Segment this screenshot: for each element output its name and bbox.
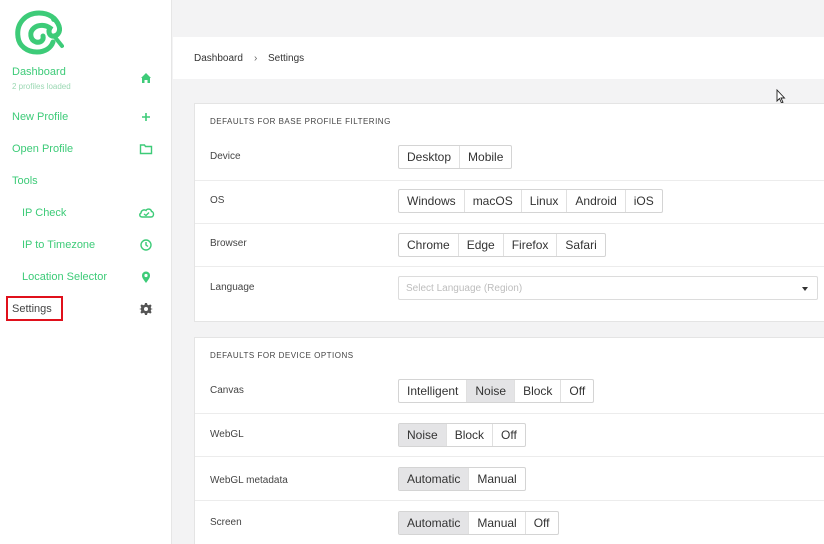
webgl-option-off[interactable]: Off	[492, 424, 525, 446]
nav-ip-timezone[interactable]: IP to Timezone	[0, 236, 172, 264]
canvas-row: Canvas Intelligent Noise Block Off	[195, 370, 824, 413]
nav-new-profile-label: New Profile	[12, 111, 69, 123]
browser-option-edge[interactable]: Edge	[457, 234, 503, 256]
os-option-android[interactable]: Android	[566, 190, 624, 212]
webgl-metadata-option-automatic[interactable]: Automatic	[399, 468, 469, 490]
clock-icon	[140, 239, 152, 251]
webgl-segmented-control: Noise Block Off	[398, 423, 526, 447]
screen-option-manual[interactable]: Manual	[468, 512, 524, 534]
browser-segmented-control: Chrome Edge Firefox Safari	[398, 233, 606, 257]
screen-option-off[interactable]: Off	[524, 512, 558, 534]
breadcrumb-dashboard-link[interactable]: Dashboard	[194, 53, 243, 64]
nav-ip-timezone-label: IP to Timezone	[22, 239, 96, 251]
browser-option-chrome[interactable]: Chrome	[399, 234, 458, 256]
device-option-mobile[interactable]: Mobile	[459, 146, 511, 168]
device-label: Device	[210, 151, 241, 162]
base-filtering-card: DEFAULTS FOR BASE PROFILE FILTERING Devi…	[194, 103, 824, 322]
nav-ip-check[interactable]: IP Check	[0, 204, 172, 232]
os-label: OS	[210, 195, 225, 206]
screen-label: Screen	[210, 517, 242, 528]
nav-dashboard-label: Dashboard	[12, 66, 66, 78]
browser-option-firefox[interactable]: Firefox	[502, 234, 557, 256]
browser-row: Browser Chrome Edge Firefox Safari	[195, 223, 824, 266]
nav-tools: Tools	[0, 172, 172, 200]
cloud-check-icon	[139, 208, 155, 218]
webgl-option-block[interactable]: Block	[445, 424, 492, 446]
breadcrumb-separator: ›	[254, 53, 258, 64]
os-option-linux[interactable]: Linux	[520, 190, 567, 212]
os-row: OS Windows macOS Linux Android iOS	[195, 180, 824, 223]
screen-row: Screen Automatic Manual Off	[195, 500, 824, 544]
nav-new-profile[interactable]: New Profile	[0, 108, 172, 136]
canvas-option-block[interactable]: Block	[514, 380, 560, 402]
sidebar: Dashboard 2 profiles loaded New Profile …	[0, 0, 172, 544]
canvas-option-intelligent[interactable]: Intelligent	[399, 380, 466, 402]
language-label: Language	[210, 282, 255, 293]
nav-location-selector-label: Location Selector	[22, 271, 107, 283]
nav-tools-label: Tools	[12, 175, 38, 187]
canvas-option-off[interactable]: Off	[560, 380, 593, 402]
map-pin-icon	[142, 271, 150, 283]
webgl-option-noise[interactable]: Noise	[399, 424, 446, 446]
nav-location-selector[interactable]: Location Selector	[0, 268, 172, 296]
top-band	[173, 0, 824, 37]
os-option-macos[interactable]: macOS	[463, 190, 521, 212]
screen-option-automatic[interactable]: Automatic	[399, 512, 469, 534]
folder-icon	[139, 144, 153, 155]
breadcrumb-current: Settings	[268, 53, 305, 64]
gear-icon	[139, 303, 153, 315]
profiles-loaded-count: 2 profiles loaded	[12, 82, 71, 91]
device-segmented-control: Desktop Mobile	[398, 145, 513, 169]
webgl-metadata-row: WebGL metadata Automatic Manual	[195, 456, 824, 500]
device-options-card: DEFAULTS FOR DEVICE OPTIONS Canvas Intel…	[194, 337, 824, 544]
device-option-desktop[interactable]: Desktop	[399, 146, 459, 168]
canvas-segmented-control: Intelligent Noise Block Off	[398, 379, 595, 403]
chameleon-logo-icon[interactable]	[10, 7, 64, 55]
canvas-option-noise[interactable]: Noise	[466, 380, 515, 402]
os-option-windows[interactable]: Windows	[399, 190, 464, 212]
nav-open-profile-label: Open Profile	[12, 143, 74, 155]
settings-highlight-box	[6, 296, 63, 321]
base-filtering-title: DEFAULTS FOR BASE PROFILE FILTERING	[210, 117, 391, 126]
nav-dashboard[interactable]: Dashboard 2 profiles loaded	[0, 64, 172, 94]
language-select[interactable]: Select Language (Region)	[398, 276, 818, 300]
browser-option-safari[interactable]: Safari	[556, 234, 604, 256]
browser-label: Browser	[210, 238, 247, 249]
webgl-label: WebGL	[210, 429, 244, 440]
screen-segmented-control: Automatic Manual Off	[398, 511, 559, 535]
webgl-metadata-label: WebGL metadata	[210, 475, 288, 486]
canvas-label: Canvas	[210, 385, 244, 396]
plus-icon	[142, 113, 150, 121]
webgl-row: WebGL Noise Block Off	[195, 413, 824, 456]
device-options-title: DEFAULTS FOR DEVICE OPTIONS	[210, 351, 354, 360]
webgl-metadata-option-manual[interactable]: Manual	[468, 468, 524, 490]
webgl-metadata-segmented-control: Automatic Manual	[398, 467, 526, 491]
language-row: Language Select Language (Region)	[195, 266, 824, 312]
dropdown-caret-icon	[802, 287, 808, 291]
device-row: Device Desktop Mobile	[195, 137, 824, 180]
os-segmented-control: Windows macOS Linux Android iOS	[398, 189, 663, 213]
language-select-placeholder: Select Language (Region)	[406, 283, 523, 294]
os-option-ios[interactable]: iOS	[624, 190, 662, 212]
nav-ip-check-label: IP Check	[22, 207, 67, 219]
mouse-cursor-icon	[776, 89, 786, 104]
nav-open-profile[interactable]: Open Profile	[0, 140, 172, 168]
home-icon	[141, 73, 151, 83]
